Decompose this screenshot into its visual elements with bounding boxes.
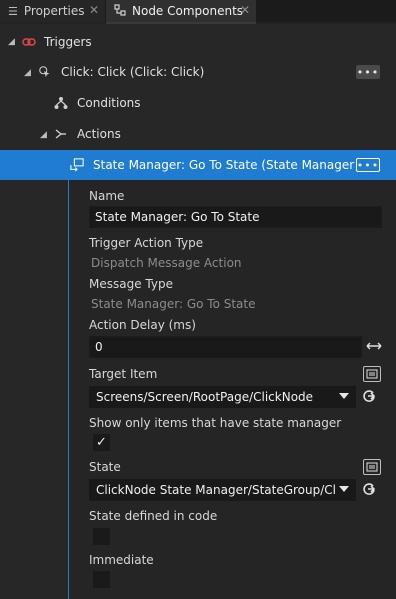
tree-label-click: Click: Click (Click: Click)	[61, 65, 205, 79]
click-more-button[interactable]: •••	[356, 65, 380, 79]
tab-properties[interactable]: ☰ Properties ✕	[0, 0, 105, 22]
message-type-value: State Manager: Go To State	[91, 297, 256, 311]
drag-value-icon[interactable]	[366, 340, 382, 355]
trigger-icon	[22, 35, 36, 49]
go-to-state-action-icon	[70, 158, 84, 172]
close-tab-node-components-icon[interactable]: ✕	[240, 3, 250, 17]
go-to-state-icon[interactable]	[362, 482, 376, 499]
chevron-down-icon	[339, 486, 349, 492]
action-delay-input[interactable]: 0	[89, 336, 362, 358]
tree-row-actions[interactable]: ◢ Actions	[0, 119, 396, 149]
tab-properties-label: Properties	[23, 4, 85, 18]
state-select[interactable]: ClickNode State Manager/StateGroup/Click	[89, 479, 356, 501]
go-to-target-icon[interactable]	[362, 389, 376, 406]
tree-label-selected-action: State Manager: Go To State (State Manage…	[93, 158, 355, 172]
target-item-value: Screens/Screen/RootPage/ClickNode	[96, 390, 314, 404]
tree-row-conditions[interactable]: Conditions	[0, 88, 396, 118]
close-tab-properties-icon[interactable]: ✕	[89, 3, 99, 17]
action-properties-panel: Name State Manager: Go To State Trigger …	[68, 180, 396, 599]
trigger-action-type-label: Trigger Action Type	[89, 236, 204, 250]
tree-row-click[interactable]: ◢ Click: Click (Click: Click) •••	[0, 57, 396, 87]
target-item-select[interactable]: Screens/Screen/RootPage/ClickNode	[89, 386, 356, 408]
state-defined-label: State defined in code	[89, 509, 218, 523]
conditions-icon	[54, 96, 68, 110]
actions-icon	[54, 127, 68, 141]
selected-action-more-button[interactable]: •••	[356, 158, 380, 172]
target-item-picker-icon[interactable]	[363, 366, 381, 382]
target-item-label: Target Item	[89, 367, 158, 381]
action-delay-label: Action Delay (ms)	[89, 318, 196, 332]
tree-row-selected-action[interactable]: State Manager: Go To State (State Manage…	[0, 150, 396, 180]
expand-triggers-arrow-icon[interactable]: ◢	[8, 37, 15, 47]
state-value: ClickNode State Manager/StateGroup/Click	[96, 483, 336, 497]
tree-label-actions: Actions	[77, 127, 121, 141]
show-only-label: Show only items that have state manager	[89, 416, 342, 430]
tab-node-components-label: Node Components	[132, 4, 244, 18]
immediate-checkbox[interactable]	[93, 571, 110, 588]
state-defined-checkbox[interactable]	[93, 528, 110, 545]
immediate-label: Immediate	[89, 553, 154, 567]
list-icon: ☰	[8, 4, 18, 18]
name-input[interactable]: State Manager: Go To State	[89, 206, 382, 228]
node-components-icon	[114, 3, 126, 19]
trigger-action-type-value: Dispatch Message Action	[91, 256, 242, 270]
expand-actions-arrow-icon[interactable]: ◢	[40, 130, 47, 140]
tree-label-conditions: Conditions	[77, 96, 141, 110]
show-only-checkbox[interactable]: ✓	[93, 434, 110, 451]
message-type-label: Message Type	[89, 277, 173, 291]
name-label: Name	[89, 189, 125, 203]
tab-node-components[interactable]: Node Components ✕	[106, 0, 256, 22]
tree-row-triggers[interactable]: ◢ Triggers	[0, 27, 396, 57]
chevron-down-icon	[339, 393, 349, 399]
tab-bar: ☰ Properties ✕ Node Components ✕	[0, 0, 396, 22]
expand-click-arrow-icon[interactable]: ◢	[24, 68, 31, 78]
state-label: State	[89, 460, 121, 474]
click-trigger-icon	[38, 65, 52, 79]
state-picker-icon[interactable]	[363, 459, 381, 475]
tree-label-triggers: Triggers	[44, 35, 92, 49]
